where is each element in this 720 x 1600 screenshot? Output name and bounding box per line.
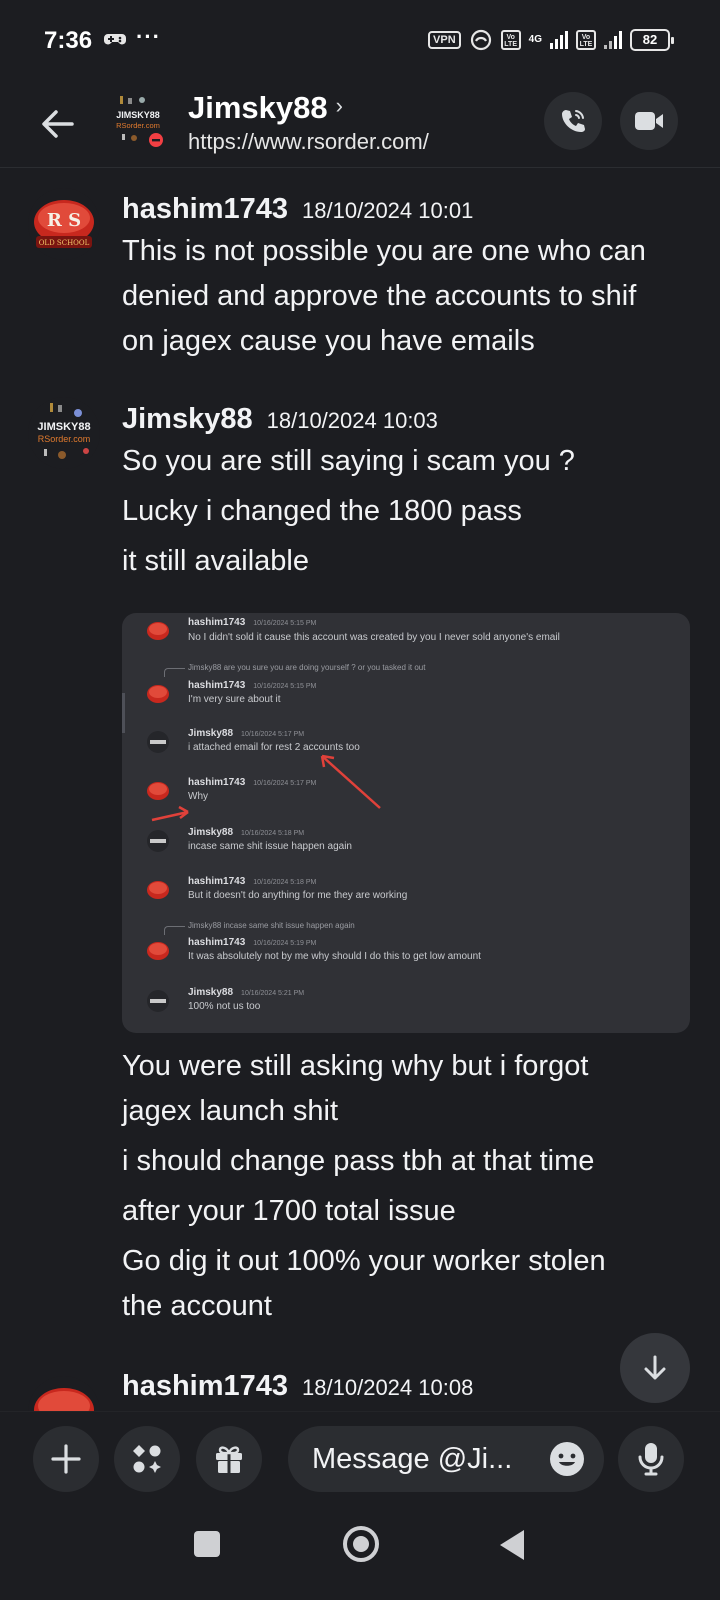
message-composer: Message @Ji... [0, 1411, 720, 1507]
timestamp: 18/10/2024 10:01 [302, 198, 474, 223]
home-button[interactable] [343, 1526, 379, 1562]
voice-message-button[interactable] [618, 1426, 684, 1492]
message-line: So you are still saying i scam you ? [122, 445, 575, 477]
phone-icon [562, 110, 585, 132]
signal-icon-2 [604, 31, 622, 49]
author-name[interactable]: Jimsky88 [122, 403, 253, 436]
gift-button[interactable] [196, 1426, 262, 1492]
avatar[interactable] [28, 1376, 100, 1411]
microphone-icon [638, 1443, 664, 1476]
jump-to-bottom-button[interactable] [620, 1333, 690, 1403]
voice-call-button[interactable] [544, 92, 602, 150]
emoji-icon[interactable] [548, 1440, 586, 1478]
header-avatar-subtext: RSorder.com [116, 121, 160, 130]
author-name[interactable]: hashim1743 [122, 193, 288, 226]
gift-icon [216, 1446, 242, 1473]
recent-apps-button[interactable] [194, 1531, 220, 1557]
battery-icon: 82 [630, 29, 674, 51]
message-line: after your 1700 total issue [122, 1195, 456, 1227]
message-line: denied and approve the accounts to shif [122, 280, 637, 312]
add-attachment-button[interactable] [33, 1426, 99, 1492]
message-line: jagex launch shit [122, 1095, 339, 1127]
video-camera-icon [635, 112, 663, 130]
avatar-logo-subtext: RSorder.com [38, 434, 91, 444]
message-header: hashim1743 18/10/2024 10:01 [122, 193, 473, 226]
avatar-logo-subtext: OLD SCHOOL [39, 239, 90, 247]
timestamp: 18/10/2024 10:08 [302, 1375, 474, 1400]
chat-header: JIMSKY88 RSorder.com Jimsky88 › https://… [0, 84, 720, 168]
network-type: 4G [528, 34, 542, 45]
message-line: i should change pass tbh at that time [122, 1145, 595, 1177]
apps-button[interactable] [114, 1426, 180, 1492]
message-line: Lucky i changed the 1800 pass [122, 495, 522, 527]
system-nav-bar [0, 1507, 720, 1600]
chevron-right-icon[interactable]: › [336, 93, 343, 119]
avatar-logo-text: R S [47, 210, 81, 231]
avatar[interactable]: R S OLD SCHOOL [28, 188, 100, 260]
status-overflow-dots: ··· [136, 24, 161, 49]
status-bar: 7:36 ··· VPN Vo LTE 4G Vo LTE 82 [0, 0, 720, 84]
annotation-arrows [151, 754, 381, 822]
status-indicators: VPN Vo LTE 4G Vo LTE 82 [428, 28, 674, 52]
volte-icon: Vo LTE [500, 30, 521, 50]
back-arrow-icon[interactable] [36, 102, 80, 146]
message-line: on jagex cause you have emails [122, 325, 535, 357]
timestamp: 18/10/2024 10:03 [266, 408, 438, 433]
image-attachment[interactable]: hashim1743 10/16/2024 5:15 PM No I didn't… [122, 613, 690, 1033]
message-line: it still available [122, 545, 309, 577]
author-name[interactable]: hashim1743 [122, 1370, 288, 1403]
message-header: Jimsky88 18/10/2024 10:03 [122, 403, 438, 436]
message-line: the account [122, 1290, 272, 1322]
video-call-button[interactable] [620, 92, 678, 150]
arrow-down-icon [644, 1355, 666, 1380]
message-line: You were still asking why but i forgot [122, 1050, 589, 1082]
avatar-logo-text: JIMSKY88 [37, 421, 90, 433]
header-avatar[interactable]: JIMSKY88 RSorder.com [108, 90, 168, 152]
message-header: hashim1743 18/10/2024 10:08 [122, 1370, 473, 1403]
message-line: This is not possible you are one who can [122, 235, 646, 267]
apps-icon [133, 1445, 161, 1473]
message-input[interactable]: Message @Ji... [288, 1426, 604, 1492]
annotation-arrow [321, 755, 381, 809]
volte-icon-2: Vo LTE [576, 30, 596, 50]
hotspot-icon [470, 29, 491, 51]
message-line: Go dig it out 100% your worker stolen [122, 1245, 606, 1277]
message-input-placeholder: Message @Ji... [312, 1443, 513, 1475]
signal-icon [550, 31, 568, 49]
gamepad-icon [104, 34, 126, 45]
header-title-row[interactable]: Jimsky88 › [188, 90, 343, 126]
plus-icon [51, 1444, 81, 1474]
header-title[interactable]: Jimsky88 [188, 90, 328, 126]
header-avatar-text: JIMSKY88 [116, 110, 160, 120]
message-group: hashim1743 18/10/2024 10:08 [0, 1370, 720, 1411]
vpn-icon: VPN [428, 31, 461, 49]
header-custom-status: https://www.rsorder.com/ [188, 129, 429, 154]
status-time: 7:36 [44, 27, 93, 54]
avatar[interactable]: JIMSKY88 RSorder.com [28, 397, 100, 469]
system-back-button[interactable] [500, 1530, 524, 1560]
